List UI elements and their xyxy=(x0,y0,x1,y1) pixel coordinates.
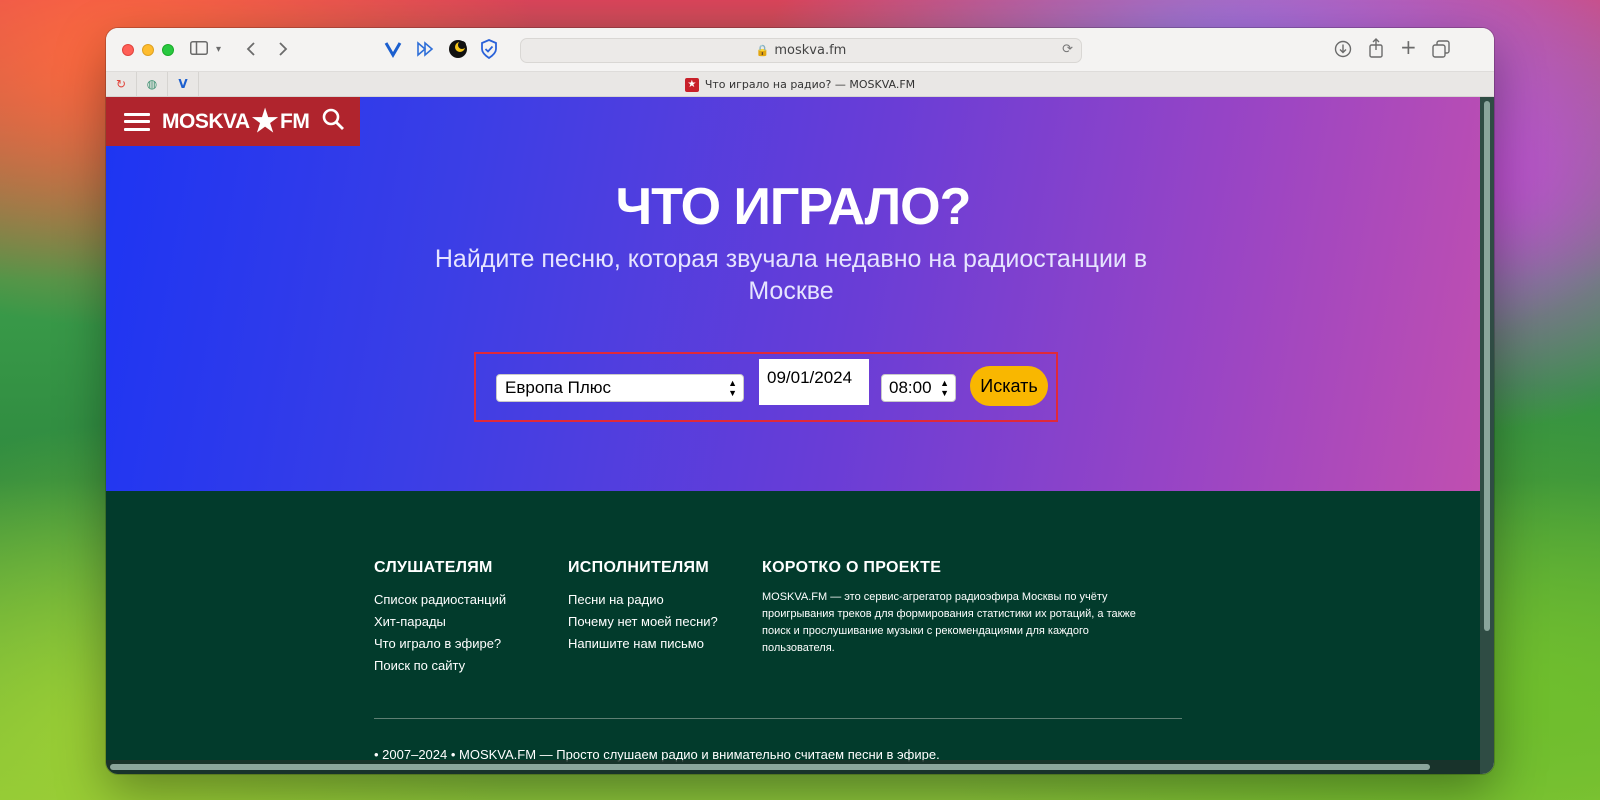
star-icon: ★ xyxy=(251,104,279,138)
footer-link-site-search[interactable]: Поиск по сайту xyxy=(374,655,506,677)
minimize-window-button[interactable] xyxy=(142,43,154,56)
footer-link-radio-songs[interactable]: Песни на радио xyxy=(568,589,718,611)
footer-divider xyxy=(374,718,1182,719)
menu-icon[interactable] xyxy=(124,112,150,131)
reload-icon[interactable]: ⟳ xyxy=(1062,42,1073,57)
search-icon[interactable] xyxy=(321,107,345,137)
address-bar[interactable]: 🔒 moskva.fm ⟳ xyxy=(520,38,1082,63)
logo-text-fm: FM xyxy=(280,109,310,133)
select-arrows-icon: ▲ ▼ xyxy=(728,378,737,398)
time-select-value: 08:00 xyxy=(889,378,932,397)
browser-titlebar: ▾ 🔒 moskva.fm ⟳ + xyxy=(106,28,1494,72)
sync-icon: ↻ xyxy=(115,77,127,91)
date-input[interactable]: 09/01/2024 xyxy=(759,359,869,405)
footer-about-text: MOSKVA.FM — это сервис-агрегатор радиоэф… xyxy=(762,591,1136,654)
footer-artists: ИСПОЛНИТЕЛЯМ Песни на радио Почему нет м… xyxy=(568,559,718,655)
active-tab-title: Что играло на радио? — MOSKVA.FM xyxy=(704,78,916,91)
v-icon: V xyxy=(178,77,188,91)
hero-section: MOSKVA ★ FM ЧТО ИГРАЛО? Найдите песню, к… xyxy=(106,97,1480,491)
logo-text-moskva: MOSKVA xyxy=(162,109,250,133)
station-select-value: Европа Плюс xyxy=(505,378,612,397)
back-icon[interactable] xyxy=(246,41,256,61)
footer-link-what-played[interactable]: Что играло в эфире? xyxy=(374,633,506,655)
lock-icon: 🔒 xyxy=(755,44,770,57)
page-viewport: MOSKVA ★ FM ЧТО ИГРАЛО? Найдите песню, к… xyxy=(106,97,1480,774)
extension-fastforward-icon[interactable] xyxy=(416,40,434,62)
search-button[interactable]: Искать xyxy=(970,366,1048,406)
site-logo[interactable]: MOSKVA ★ FM xyxy=(162,104,310,138)
footer-about: КОРОТКО О ПРОЕКТЕ MOSKVA.FM — это сервис… xyxy=(762,559,1152,657)
page-subtitle: Найдите песню, которая звучала недавно н… xyxy=(434,245,1148,305)
window-controls xyxy=(122,43,174,56)
tab-bar: ↻ ◍ V ★ Что играло на радио? — MOSKVA.FM xyxy=(106,72,1494,97)
extension-v-icon[interactable] xyxy=(384,40,402,62)
openai-icon: ◍ xyxy=(146,77,158,91)
vertical-scrollbar-thumb[interactable] xyxy=(1484,101,1490,631)
zoom-window-button[interactable] xyxy=(162,43,174,56)
new-tab-icon[interactable]: + xyxy=(1400,37,1417,57)
extension-darkmode-icon[interactable] xyxy=(448,39,468,63)
tab-overview-icon[interactable] xyxy=(1432,40,1450,62)
browser-window: ▾ 🔒 moskva.fm ⟳ + ↻ ◍ V ★ Что играло на … xyxy=(106,28,1494,774)
moskva-fm-favicon: ★ xyxy=(684,77,699,92)
footer-listeners-title: СЛУШАТЕЛЯМ xyxy=(374,559,493,576)
footer-about-title: КОРОТКО О ПРОЕКТЕ xyxy=(762,559,942,576)
site-header: MOSKVA ★ FM xyxy=(106,97,360,146)
footer: СЛУШАТЕЛЯМ Список радиостанций Хит-парад… xyxy=(106,491,1480,774)
pinned-tab-2[interactable]: ◍ xyxy=(137,72,168,96)
horizontal-scrollbar[interactable] xyxy=(106,760,1480,774)
footer-listeners: СЛУШАТЕЛЯМ Список радиостанций Хит-парад… xyxy=(374,559,506,677)
page-title: ЧТО ИГРАЛО? xyxy=(615,178,972,236)
horizontal-scrollbar-thumb[interactable] xyxy=(110,764,1430,770)
vertical-scrollbar[interactable] xyxy=(1480,97,1494,774)
address-bar-url: moskva.fm xyxy=(774,43,847,58)
extension-shield-icon[interactable] xyxy=(480,39,498,63)
footer-artists-title: ИСПОЛНИТЕЛЯМ xyxy=(568,559,709,576)
pinned-tabs: ↻ ◍ V xyxy=(106,72,199,96)
pinned-tab-1[interactable]: ↻ xyxy=(106,72,137,96)
active-tab[interactable]: ★ Что играло на радио? — MOSKVA.FM xyxy=(106,72,1494,97)
search-form: Европа Плюс ▲ ▼ 09/01/2024 08:00 ▲ ▼ Искат… xyxy=(474,352,1058,422)
select-arrows-icon: ▲ ▼ xyxy=(940,378,949,398)
footer-link-stations[interactable]: Список радиостанций xyxy=(374,589,506,611)
share-icon[interactable] xyxy=(1368,38,1384,62)
chevron-down-icon[interactable]: ▾ xyxy=(216,41,221,59)
close-window-button[interactable] xyxy=(122,43,134,56)
forward-icon[interactable] xyxy=(278,41,288,61)
sidebar-toggle-icon[interactable] xyxy=(190,41,208,59)
footer-link-why-no-song[interactable]: Почему нет моей песни? xyxy=(568,611,718,633)
downloads-icon[interactable] xyxy=(1334,40,1352,62)
footer-link-charts[interactable]: Хит-парады xyxy=(374,611,506,633)
footer-link-write-us[interactable]: Напишите нам письмо xyxy=(568,633,718,655)
pinned-tab-3[interactable]: V xyxy=(168,72,199,96)
station-select[interactable]: Европа Плюс ▲ ▼ xyxy=(496,374,744,402)
time-select[interactable]: 08:00 ▲ ▼ xyxy=(881,374,956,402)
